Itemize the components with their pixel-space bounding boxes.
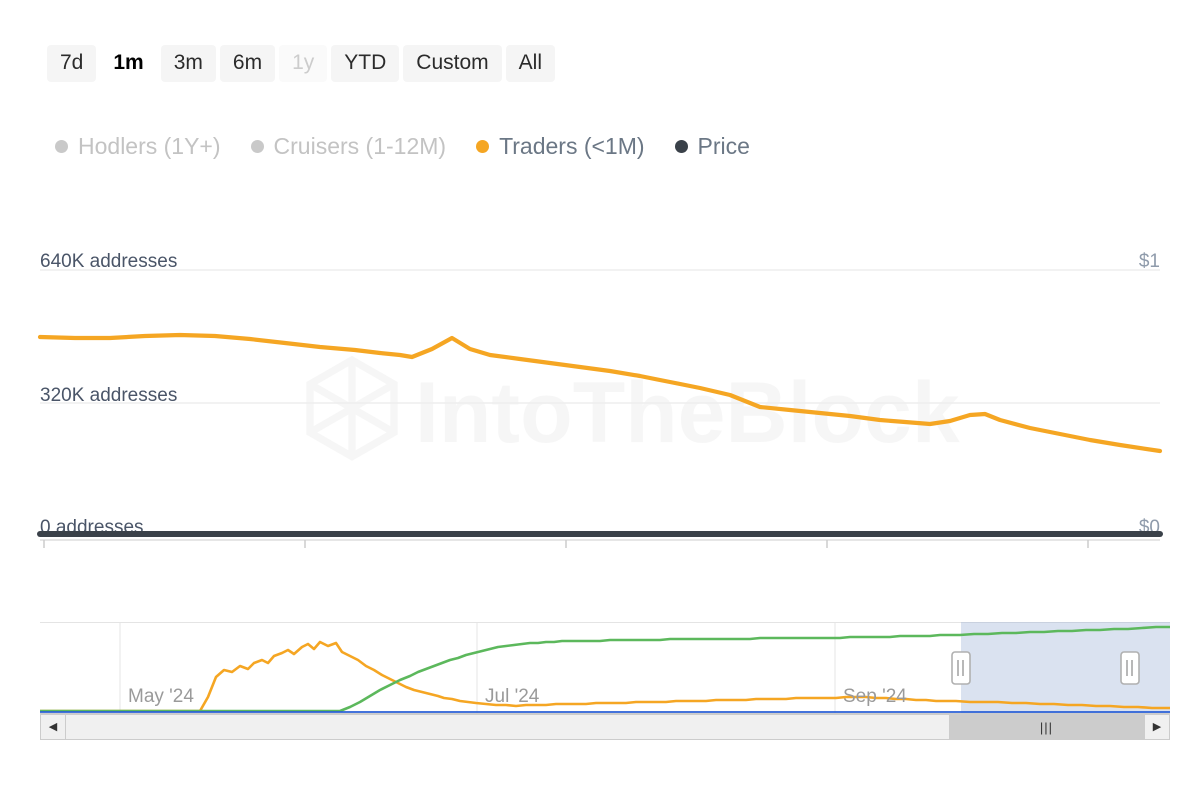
chevron-right-icon: ▶ (1153, 722, 1161, 733)
range-button-custom[interactable]: Custom (403, 45, 501, 82)
legend-item-cruisers[interactable]: Cruisers (1-12M) (251, 135, 447, 158)
legend-item-traders[interactable]: Traders (<1M) (476, 135, 644, 158)
y-axis-label-640k: 640K addresses (40, 251, 177, 272)
legend-marker-hodlers (55, 140, 68, 153)
navigator-handle-left[interactable] (952, 652, 970, 684)
legend-label-price: Price (698, 135, 750, 158)
scrollbar-track[interactable]: ||| (66, 714, 1144, 740)
chart-scrollbar[interactable]: ◀ ||| ▶ (40, 714, 1170, 740)
chart-legend: Hodlers (1Y+) Cruisers (1-12M) Traders (… (55, 135, 780, 158)
legend-item-price[interactable]: Price (675, 135, 750, 158)
range-button-6m[interactable]: 6m (220, 45, 275, 82)
main-chart-area[interactable]: IntoTheBlock 640K addresses 320K address… (0, 215, 1200, 555)
range-button-1m[interactable]: 1m (100, 45, 156, 82)
navigator-date-label-sep: Sep '24 (843, 686, 907, 707)
range-button-1y: 1y (279, 45, 327, 82)
legend-label-traders: Traders (<1M) (499, 135, 644, 158)
navigator-date-label-may: May '24 (128, 686, 194, 707)
chevron-left-icon: ◀ (49, 722, 57, 733)
watermark-text: IntoTheBlock (415, 365, 960, 461)
navigator[interactable]: May '24 Jul '24 Sep '24 (40, 622, 1170, 714)
legend-label-hodlers: Hodlers (1Y+) (78, 135, 221, 158)
legend-item-hodlers[interactable]: Hodlers (1Y+) (55, 135, 221, 158)
range-button-all[interactable]: All (506, 45, 555, 82)
legend-marker-traders (476, 140, 489, 153)
legend-marker-price (675, 140, 688, 153)
scrollbar-right-arrow-button[interactable]: ▶ (1144, 714, 1170, 740)
legend-label-cruisers: Cruisers (1-12M) (274, 135, 447, 158)
price-axis-label-1: $1 (1139, 251, 1160, 272)
legend-marker-cruisers (251, 140, 264, 153)
navigator-date-label-jul: Jul '24 (485, 686, 540, 707)
grip-icon: ||| (1040, 721, 1053, 734)
range-selector[interactable]: 7d 1m 3m 6m 1y YTD Custom All (47, 45, 555, 82)
y-axis-label-320k: 320K addresses (40, 385, 177, 406)
scrollbar-thumb[interactable]: ||| (949, 715, 1144, 739)
range-button-3m[interactable]: 3m (161, 45, 216, 82)
range-button-7d[interactable]: 7d (47, 45, 96, 82)
range-button-ytd[interactable]: YTD (331, 45, 399, 82)
scrollbar-left-arrow-button[interactable]: ◀ (40, 714, 66, 740)
navigator-handle-right[interactable] (1121, 652, 1139, 684)
